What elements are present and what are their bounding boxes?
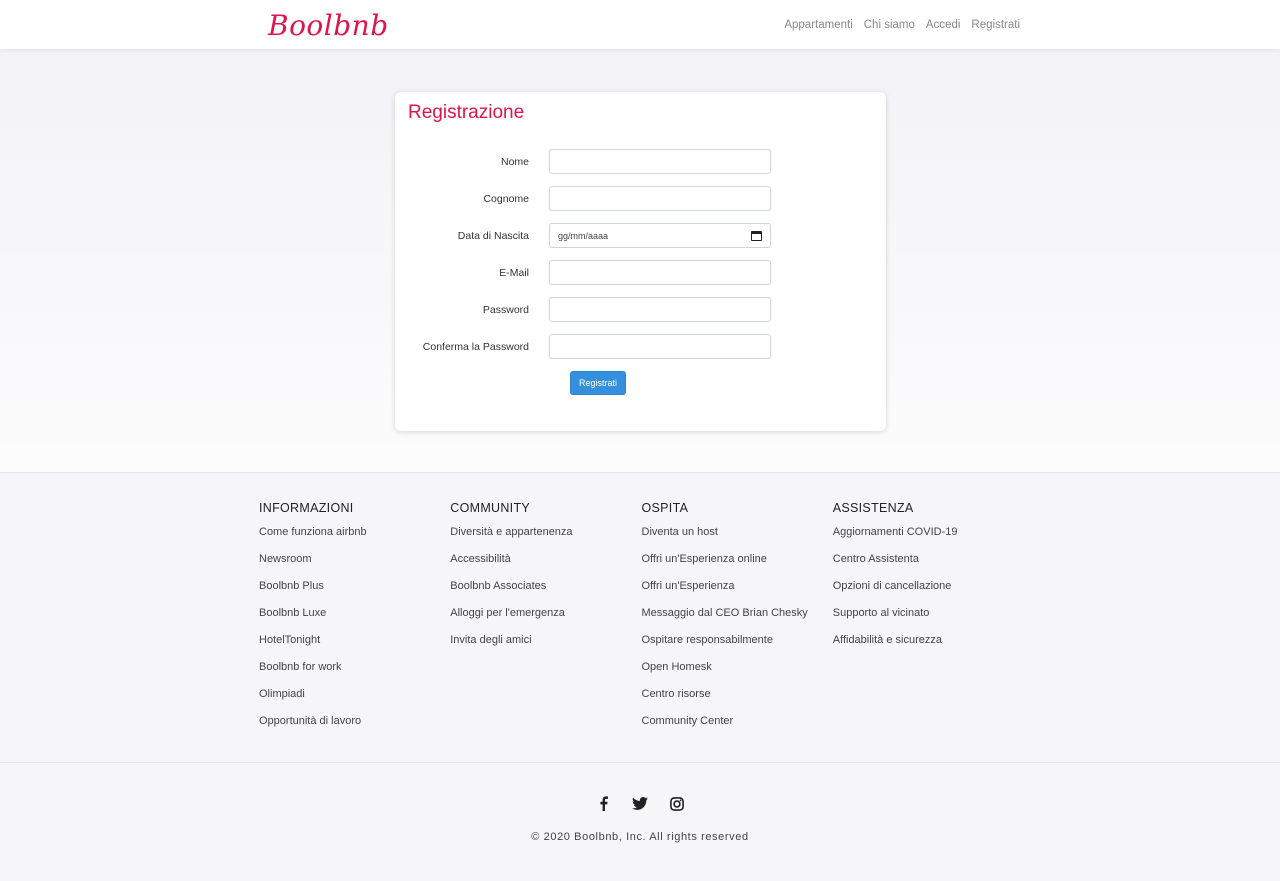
instagram-icon[interactable] [669,795,686,812]
footer-link[interactable]: Community Center [642,715,833,742]
footer-link[interactable]: HotelTonight [259,634,450,661]
password-label: Password [482,303,529,316]
nav-link-appartamenti[interactable]: Appartamenti [784,19,852,31]
data-nascita-placeholder: gg/mm/aaaa [558,230,609,241]
cognome-input[interactable] [549,186,771,211]
registrati-button[interactable]: Registrati [570,371,627,395]
footer-link[interactable]: Offri un'Esperienza [642,580,833,607]
nav-link-chi-siamo[interactable]: Chi siamo [864,19,915,31]
footer-link[interactable]: Open Homesk [642,661,833,688]
footer-link[interactable]: Messaggio dal CEO Brian Chesky [642,607,833,634]
password-input[interactable] [549,297,771,322]
form-row-cognome: Cognome [408,186,873,211]
footer-link[interactable]: Diventa un host [642,526,833,553]
footer-link[interactable]: Alloggi per l'emergenza [450,607,641,634]
footer-link[interactable]: Centro risorse [642,688,833,715]
nav-link-registrati[interactable]: Registrati [971,19,1020,31]
footer-column-title: INFORMAZIONI [259,501,354,515]
form-row-conferma-password: Conferma la Password [408,334,873,359]
calendar-icon[interactable] [751,230,762,241]
footer-link[interactable]: Come funziona airbnb [259,526,450,553]
footer-column-community: COMMUNITY Diversità e appartenenza Acces… [450,501,641,742]
copyright-text: © 2020 Boolbnb, Inc. All rights reserved [531,831,749,843]
footer-link[interactable]: Boolbnb for work [259,661,450,688]
email-label: E-Mail [499,266,529,279]
footer-column-title: COMMUNITY [450,501,531,515]
footer-column-title: OSPITA [641,501,689,515]
footer-link[interactable]: Newsroom [259,553,450,580]
nome-input[interactable] [549,149,771,174]
data-nascita-input[interactable]: gg/mm/aaaa [549,223,771,248]
navbar: Boolbnb Appartamenti Chi siamo Accedi Re… [0,0,1280,49]
form-row-email: E-Mail [408,260,873,285]
footer-link[interactable]: Accessibilità [450,553,641,580]
footer-link[interactable]: Boolbnb Plus [259,580,450,607]
data-nascita-label: Data di Nascita [457,229,529,242]
nav-links: Appartamenti Chi siamo Accedi Registrati [784,19,1020,31]
footer-column-assistenza: ASSISTENZA Aggiornamenti COVID-19 Centro… [833,501,1024,742]
footer-link[interactable]: Offri un'Esperienza online [642,553,833,580]
footer-link[interactable]: Boolbnb Luxe [259,607,450,634]
social-links [0,795,1280,812]
facebook-icon[interactable] [595,795,612,812]
footer-column-ospita: OSPITA Diventa un host Offri un'Esperien… [642,501,833,742]
footer-column-title: ASSISTENZA [832,501,914,515]
form-row-nome: Nome [408,149,873,174]
form-row-password: Password [408,297,873,322]
email-input[interactable] [549,260,771,285]
submit-row: Registrati [570,371,873,395]
footer-link[interactable]: Opportunità di lavoro [259,715,450,742]
nome-label: Nome [500,155,529,168]
nav-link-accedi[interactable]: Accedi [926,19,961,31]
footer-link[interactable]: Supporto al vicinato [833,607,1024,634]
twitter-icon[interactable] [632,795,649,812]
conferma-password-label: Conferma la Password [422,340,529,353]
form-row-data-nascita: Data di Nascita gg/mm/aaaa [408,223,873,248]
page-title: Registrazione [408,102,525,123]
footer-column-informazioni: INFORMAZIONI Come funziona airbnb Newsro… [259,501,450,742]
footer-link[interactable]: Boolbnb Associates [450,580,641,607]
footer-link[interactable]: Opzioni di cancellazione [833,580,1024,607]
footer-bottom: © 2020 Boolbnb, Inc. All rights reserved [0,763,1280,881]
footer-link[interactable]: Aggiornamenti COVID-19 [833,526,1024,553]
registration-card: Registrazione Nome Cognome Data di Nasci… [395,92,886,431]
footer-link[interactable]: Centro Assistenta [833,553,1024,580]
cognome-label: Cognome [483,192,529,205]
footer-link[interactable]: Invita degli amici [450,634,641,661]
main-content: Registrazione Nome Cognome Data di Nasci… [0,49,1280,473]
footer-link[interactable]: Ospitare responsabilmente [642,634,833,661]
footer-link[interactable]: Affidabilità e sicurezza [833,634,1024,661]
brand-logo[interactable]: Boolbnb [268,10,389,40]
conferma-password-input[interactable] [549,334,771,359]
footer-link[interactable]: Diversità e appartenenza [450,526,641,553]
footer-links: INFORMAZIONI Come funziona airbnb Newsro… [0,473,1280,763]
footer-link[interactable]: Olimpiadi [259,688,450,715]
